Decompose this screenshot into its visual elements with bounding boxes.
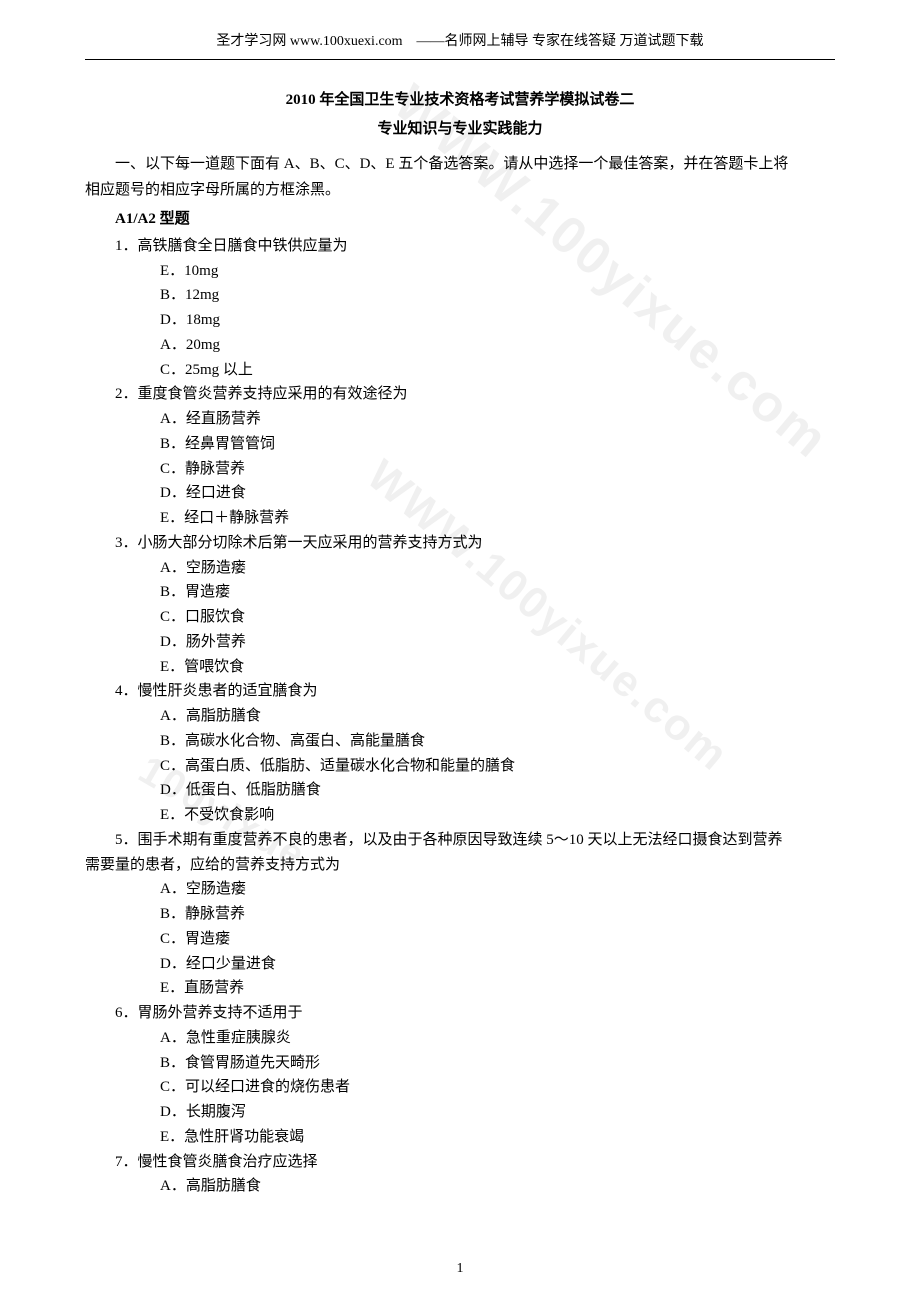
option: E．经口＋静脉营养 xyxy=(85,506,835,531)
option: E．急性肝肾功能衰竭 xyxy=(85,1125,835,1150)
option: C．口服饮食 xyxy=(85,605,835,630)
option: D．肠外营养 xyxy=(85,630,835,655)
question-stem: 1．高铁膳食全日膳食中铁供应量为 xyxy=(85,234,835,259)
option: B．高碳水化合物、高蛋白、高能量膳食 xyxy=(85,729,835,754)
option: B．静脉营养 xyxy=(85,902,835,927)
option: E．管喂饮食 xyxy=(85,655,835,680)
option: A．高脂肪膳食 xyxy=(85,704,835,729)
section-intro-line2: 相应题号的相应字母所属的方框涂黑。 xyxy=(85,178,835,203)
option: A．空肠造瘘 xyxy=(85,877,835,902)
question-stem: 4．慢性肝炎患者的适宜膳食为 xyxy=(85,679,835,704)
option: D．长期腹泻 xyxy=(85,1100,835,1125)
option: A．20mg xyxy=(85,333,835,358)
option: E．不受饮食影响 xyxy=(85,803,835,828)
page-number: 1 xyxy=(0,1257,920,1280)
question-stem-cont: 需要量的患者，应给的营养支持方式为 xyxy=(85,853,835,878)
question-type-heading: A1/A2 型题 xyxy=(85,207,835,232)
option: B．食管胃肠道先天畸形 xyxy=(85,1051,835,1076)
question-stem: 7．慢性食管炎膳食治疗应选择 xyxy=(85,1150,835,1175)
option: A．空肠造瘘 xyxy=(85,556,835,581)
option: C．可以经口进食的烧伤患者 xyxy=(85,1075,835,1100)
option: B．胃造瘘 xyxy=(85,580,835,605)
question-stem: 6．胃肠外营养支持不适用于 xyxy=(85,1001,835,1026)
option: D．18mg xyxy=(85,308,835,333)
option: C．25mg 以上 xyxy=(85,358,835,383)
question-stem: 2．重度食管炎营养支持应采用的有效途径为 xyxy=(85,382,835,407)
option: C．胃造瘘 xyxy=(85,927,835,952)
page-header: 圣才学习网 www.100xuexi.com ——名师网上辅导 专家在线答疑 万… xyxy=(85,30,835,60)
exam-title: 2010 年全国卫生专业技术资格考试营养学模拟试卷二 xyxy=(85,88,835,113)
question-stem: 5．围手术期有重度营养不良的患者，以及由于各种原因导致连续 5～10 天以上无法… xyxy=(85,828,835,853)
option: A．急性重症胰腺炎 xyxy=(85,1026,835,1051)
option: D．经口进食 xyxy=(85,481,835,506)
option: E．直肠营养 xyxy=(85,976,835,1001)
option: A．高脂肪膳食 xyxy=(85,1174,835,1199)
option: B．12mg xyxy=(85,283,835,308)
option: D．低蛋白、低脂肪膳食 xyxy=(85,778,835,803)
option: A．经直肠营养 xyxy=(85,407,835,432)
option: C．静脉营养 xyxy=(85,457,835,482)
question-stem: 3．小肠大部分切除术后第一天应采用的营养支持方式为 xyxy=(85,531,835,556)
section-intro-line1: 一、以下每一道题下面有 A、B、C、D、E 五个备选答案。请从中选择一个最佳答案… xyxy=(85,152,835,177)
option: D．经口少量进食 xyxy=(85,952,835,977)
option: C．高蛋白质、低脂肪、适量碳水化合物和能量的膳食 xyxy=(85,754,835,779)
option: E．10mg xyxy=(85,259,835,284)
option: B．经鼻胃管管饲 xyxy=(85,432,835,457)
exam-subtitle: 专业知识与专业实践能力 xyxy=(85,117,835,142)
